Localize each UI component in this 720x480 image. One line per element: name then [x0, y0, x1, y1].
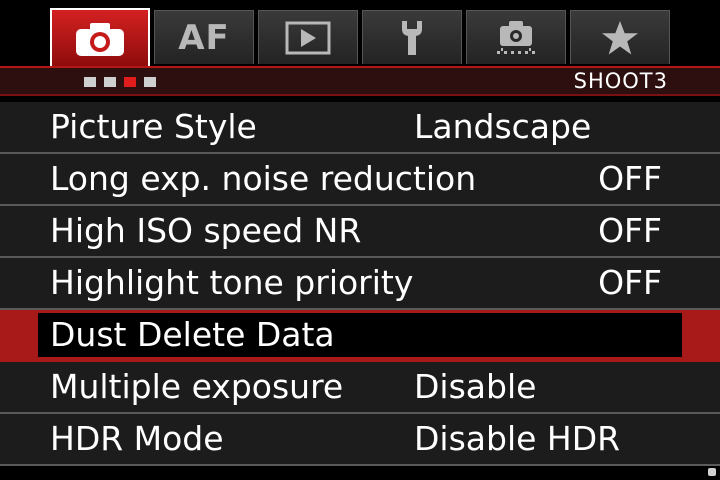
- menu-item-value: OFF: [598, 159, 662, 198]
- menu-item-value: Disable: [414, 367, 537, 406]
- menu-item-label: Highlight tone priority: [50, 263, 414, 302]
- tab-custom-functions[interactable]: [466, 10, 566, 64]
- menu-item-long-exp-noise-reduction[interactable]: Long exp. noise reduction OFF: [0, 154, 720, 206]
- scroll-indicator: [708, 468, 716, 476]
- menu-item-label: Picture Style: [50, 107, 257, 146]
- menu-item-value: OFF: [598, 263, 662, 302]
- page-dot: [84, 77, 96, 87]
- tab-playback[interactable]: [258, 10, 358, 64]
- tab-af[interactable]: AF: [154, 10, 254, 64]
- page-dot: [144, 77, 156, 87]
- star-icon: [602, 20, 638, 54]
- menu-page-name: SHOOT3: [573, 69, 668, 93]
- tab-shoot[interactable]: [50, 8, 150, 68]
- custom-function-camera-icon: [497, 20, 535, 54]
- tab-my-menu[interactable]: [570, 10, 670, 64]
- menu-item-high-iso-speed-nr[interactable]: High ISO speed NR OFF: [0, 206, 720, 258]
- menu-item-highlight-tone-priority[interactable]: Highlight tone priority OFF: [0, 258, 720, 310]
- camera-icon: [76, 23, 124, 56]
- menu-item-label: High ISO speed NR: [50, 211, 362, 250]
- menu-item-label: Long exp. noise reduction: [50, 159, 477, 198]
- play-icon: [285, 21, 331, 54]
- page-indicator: [84, 77, 156, 87]
- menu-item-label: Multiple exposure: [50, 367, 344, 406]
- wrench-icon: [402, 20, 422, 55]
- menu-list: Picture Style Landscape Long exp. noise …: [0, 102, 720, 466]
- menu-item-label: Dust Delete Data: [50, 315, 335, 354]
- menu-item-label: HDR Mode: [50, 419, 224, 458]
- tab-af-label: AF: [178, 17, 230, 58]
- menu-item-multiple-exposure[interactable]: Multiple exposure Disable: [0, 362, 720, 414]
- menu-item-value: Disable HDR: [414, 419, 621, 458]
- menu-item-picture-style[interactable]: Picture Style Landscape: [0, 102, 720, 154]
- menu-sub-header: SHOOT3: [0, 66, 720, 96]
- tab-setup[interactable]: [362, 10, 462, 64]
- menu-item-value: OFF: [598, 211, 662, 250]
- menu-item-value: Landscape: [414, 107, 592, 146]
- page-dot: [104, 77, 116, 87]
- menu-item-dust-delete-data[interactable]: Dust Delete Data: [0, 310, 720, 362]
- menu-tab-bar: AF: [0, 0, 720, 68]
- menu-item-hdr-mode[interactable]: HDR Mode Disable HDR: [0, 414, 720, 466]
- page-dot-current: [124, 77, 136, 87]
